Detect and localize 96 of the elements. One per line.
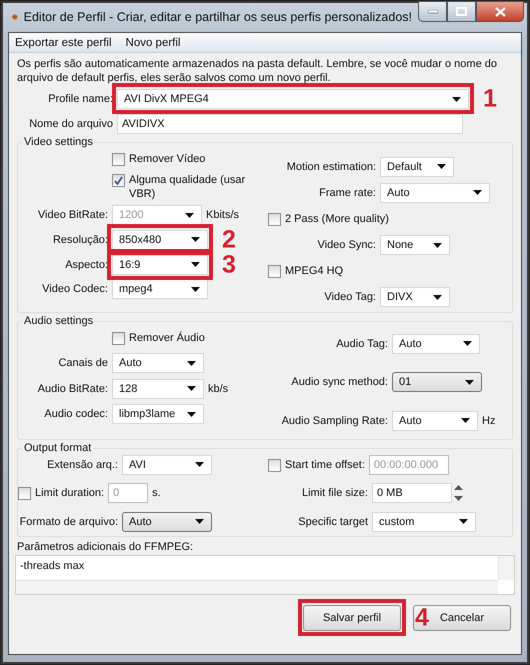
- maximize-button[interactable]: [447, 1, 476, 22]
- caret-icon: [459, 519, 468, 524]
- caret-icon: [195, 519, 204, 524]
- field-label: Aspecto:: [64, 258, 108, 271]
- caret-icon: [437, 164, 446, 169]
- dropdown[interactable]: libmp3lame: [112, 404, 204, 424]
- dropdown[interactable]: None: [380, 235, 450, 256]
- dropdown[interactable]: AVI DivX MPEG4: [117, 89, 469, 109]
- unit-label: s.: [152, 487, 161, 499]
- field-label: Audio BitRate:: [36, 382, 108, 395]
- caret-icon: [465, 380, 474, 384]
- checkbox[interactable]: [268, 265, 281, 278]
- caret-icon: [461, 418, 470, 423]
- caret-icon: [433, 294, 442, 300]
- field-label: Profile name:: [47, 93, 114, 105]
- scrollbar[interactable]: [16, 580, 498, 594]
- field-label: Specific target: [297, 516, 368, 528]
- field-label: Start time offset:: [285, 458, 365, 470]
- caret-icon: [191, 237, 200, 242]
- minimize-button[interactable]: [418, 1, 447, 22]
- caret-icon: [185, 212, 194, 218]
- maximize-icon: [456, 7, 467, 16]
- field-label: Resolução:: [52, 234, 108, 246]
- caret-icon: [452, 96, 461, 102]
- group-title: Output format: [23, 442, 92, 454]
- field-label: Audio Tag:: [335, 338, 388, 350]
- spinner-icon[interactable]: [454, 484, 463, 502]
- field-label: Limit duration:: [35, 487, 104, 499]
- field-label: Limit file size:: [300, 487, 368, 499]
- caret-icon: [187, 360, 196, 366]
- annotation-number: 4: [415, 606, 429, 630]
- checkbox[interactable]: [112, 152, 125, 166]
- field-label: Video Sync:: [316, 239, 376, 252]
- group-title: Audio settings: [23, 315, 94, 327]
- field-label: Audio Sampling Rate:: [280, 414, 388, 426]
- checkbox[interactable]: [112, 174, 125, 187]
- annotation-number: 1: [483, 86, 497, 112]
- unit-label: Hz: [482, 414, 496, 426]
- checkbox-label: 2 Pass (More quality): [285, 212, 389, 226]
- caret-icon: [191, 262, 200, 268]
- dropdown[interactable]: Default: [380, 156, 454, 176]
- input-field[interactable]: AVIDIVX: [117, 114, 463, 134]
- caret-icon: [187, 412, 196, 417]
- field-label: Audio codec:: [43, 408, 108, 420]
- input-field[interactable]: 0 MB: [372, 483, 452, 503]
- window-title: Editor de Perfil - Criar, editar e partilhar os seus perfis personalizados!: [24, 10, 412, 24]
- field-label: Video BitRate:: [36, 209, 108, 222]
- caret-icon: [195, 462, 204, 467]
- dropdown[interactable]: 16:9: [112, 254, 208, 275]
- minimize-icon: [428, 10, 438, 14]
- dialog-button[interactable]: Salvar perfil: [303, 605, 401, 631]
- field-label: Audio sync method:: [290, 376, 388, 388]
- field-label: Nome do arquivo: [28, 118, 114, 130]
- annotation-number: 2: [222, 227, 236, 252]
- field-label: Motion estimation:: [286, 160, 376, 172]
- menu-item[interactable]: Exportar este perfil: [15, 36, 112, 48]
- checkbox[interactable]: [112, 332, 125, 344]
- dropdown[interactable]: 01: [392, 372, 482, 392]
- checkbox-label: MPEG4 HQ: [285, 264, 344, 278]
- caret-icon: [463, 341, 472, 346]
- field-label: Canais de: [57, 357, 108, 370]
- menu-item[interactable]: Novo perfil: [126, 36, 180, 48]
- dropdown[interactable]: custom: [372, 512, 476, 532]
- dropdown[interactable]: Auto: [392, 334, 480, 354]
- checkbox-label: Remover Áudio: [129, 330, 206, 344]
- caret-icon: [191, 286, 200, 292]
- dropdown[interactable]: DIVX: [380, 287, 450, 308]
- caret-icon: [473, 190, 482, 196]
- checkbox-label: Alguma qualidade (usar VBR): [129, 172, 246, 201]
- checkbox[interactable]: [268, 212, 281, 226]
- field-label: Extensão arq.:: [46, 458, 118, 470]
- dropdown[interactable]: Auto: [112, 353, 204, 374]
- scrollbar[interactable]: [498, 556, 514, 580]
- field-label: Frame rate:: [318, 186, 376, 199]
- close-icon: [494, 6, 506, 16]
- dropdown[interactable]: Auto: [122, 512, 212, 532]
- caret-icon: [187, 386, 196, 392]
- dropdown[interactable]: 850x480: [112, 230, 208, 250]
- group-title: Video settings: [23, 136, 94, 148]
- dropdown[interactable]: Auto: [392, 410, 478, 430]
- field-label: Video Codec:: [41, 283, 108, 296]
- caret-icon: [433, 242, 442, 248]
- close-button[interactable]: [476, 1, 524, 22]
- dropdown[interactable]: Auto: [380, 182, 490, 203]
- info-text: Os perfis são automaticamente armazenados na pasta default. Lembre, se você mudar o nome do arquivo de default perfis, eles serão salvos como um novo perfil.: [16, 57, 498, 85]
- text-area[interactable]: -threads max: [15, 555, 515, 595]
- checkbox-label: Remover Vídeo: [129, 152, 206, 166]
- dropdown[interactable]: AVI: [122, 454, 212, 474]
- unit-label: kb/s: [208, 382, 228, 395]
- dropdown[interactable]: 128: [112, 378, 204, 399]
- dropdown[interactable]: mpeg4: [112, 279, 208, 300]
- field-label: Video Tag:: [323, 291, 376, 304]
- annotation-number: 3: [222, 252, 236, 278]
- unit-label: Kbits/s: [206, 209, 240, 222]
- field-label: Formato de arquivo:: [18, 516, 118, 528]
- field-label: Parâmetros adicionais do FFMPEG:: [17, 541, 194, 553]
